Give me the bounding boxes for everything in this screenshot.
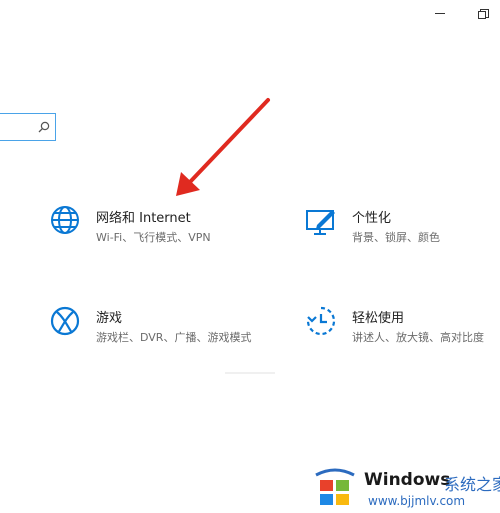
restore-button[interactable] <box>470 4 496 24</box>
ease-of-access-icon <box>306 306 336 336</box>
watermark-url: www.bjjmlv.com <box>368 494 466 508</box>
tile-description: 游戏栏、DVR、广播、游戏模式 <box>96 331 252 344</box>
tile-description: 背景、锁屏、颜色 <box>352 231 440 244</box>
settings-tile-ease-of-access[interactable]: 轻松使用 讲述人、放大镜、高对比度 <box>305 305 500 355</box>
tile-title: 个性化 <box>352 211 392 226</box>
watermark-brand-cn: 系统之家 <box>444 475 500 494</box>
tile-title: 网络和 Internet <box>96 211 191 226</box>
search-input[interactable] <box>0 113 56 141</box>
minimize-button[interactable] <box>427 4 453 24</box>
watermark-brand: Windows <box>364 470 451 490</box>
xbox-icon <box>50 306 80 336</box>
settings-tile-personalization[interactable]: 个性化 背景、锁屏、颜色 <box>305 205 500 255</box>
windows-logo-icon <box>315 468 355 505</box>
search-icon <box>38 121 50 133</box>
tile-description: 讲述人、放大镜、高对比度 <box>352 331 484 344</box>
minimize-icon <box>435 13 445 14</box>
watermark: Windows 系统之家 www.bjjmlv.com <box>310 462 500 512</box>
settings-tile-network[interactable]: 网络和 Internet Wi-Fi、飞行模式、VPN <box>49 205 259 255</box>
restore-icon <box>477 8 489 19</box>
settings-tile-gaming[interactable]: 游戏 游戏栏、DVR、广播、游戏模式 <box>49 305 259 355</box>
divider <box>225 372 275 374</box>
tile-title: 轻松使用 <box>352 311 405 326</box>
tile-title: 游戏 <box>96 311 123 326</box>
globe-icon <box>51 206 79 234</box>
personalization-icon <box>306 210 335 235</box>
tile-description: Wi-Fi、飞行模式、VPN <box>96 231 211 244</box>
annotation-arrow <box>176 98 270 196</box>
